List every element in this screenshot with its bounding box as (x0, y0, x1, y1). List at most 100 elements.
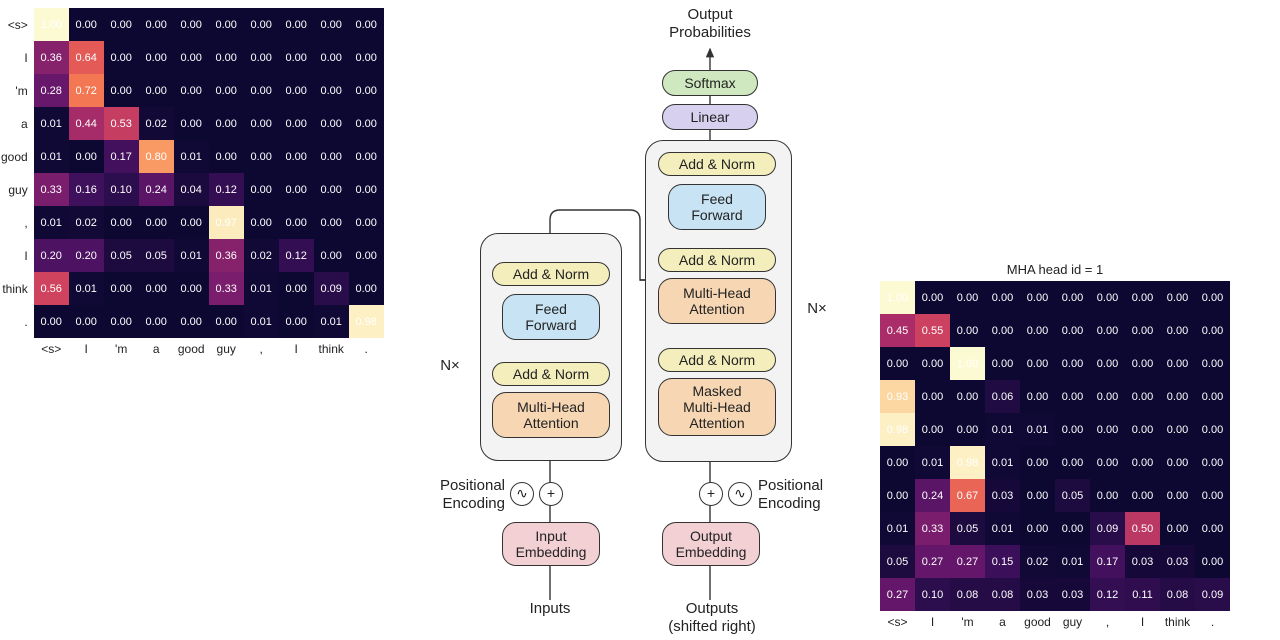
heatmap-col-label: guy (209, 338, 244, 357)
heatmap-cell: 0.00 (349, 74, 384, 107)
heatmap-row-label: <s> (0, 8, 34, 41)
heatmap-cell: 0.00 (1020, 281, 1055, 314)
heatmap-cell: 0.00 (1055, 413, 1090, 446)
heatmap-cell: 0.05 (104, 239, 139, 272)
heatmap-cell: 0.00 (1195, 545, 1230, 578)
heatmap-cell: 0.01 (69, 272, 104, 305)
heatmap-cell: 0.55 (915, 314, 950, 347)
heatmap-cell: 0.20 (34, 239, 69, 272)
heatmap-col-label: I (69, 338, 104, 357)
heatmap-cell: 0.00 (139, 41, 174, 74)
heatmap-row-label: I (0, 41, 34, 74)
heatmap-cell: 0.00 (69, 305, 104, 338)
heatmap-cell: 0.00 (139, 272, 174, 305)
encoder-addnorm-2: Add & Norm (492, 262, 610, 286)
heatmap-cell: 0.98 (880, 413, 915, 446)
heatmap-cell: 0.03 (1125, 545, 1160, 578)
heatmap-cell: 0.00 (1160, 314, 1195, 347)
heatmap-cell: 0.00 (349, 41, 384, 74)
heatmap-cell: 0.72 (69, 74, 104, 107)
heatmap-cell: 0.24 (915, 479, 950, 512)
heatmap-cell: 0.00 (209, 107, 244, 140)
heatmap-row-label: guy (0, 173, 34, 206)
heatmap-cell: 0.00 (174, 41, 209, 74)
heatmap-cell: 0.01 (985, 413, 1020, 446)
heatmap-cell: 0.01 (34, 140, 69, 173)
heatmap-cell: 0.00 (314, 173, 349, 206)
heatmap-cell: 0.03 (1020, 578, 1055, 611)
decoder-addnorm-3: Add & Norm (658, 152, 776, 176)
heatmap-cell: 0.01 (174, 239, 209, 272)
heatmap-cell: 0.00 (1090, 380, 1125, 413)
heatmap-cell: 0.00 (1195, 446, 1230, 479)
heatmap-cell: 0.00 (279, 206, 314, 239)
heatmap-cell: 0.00 (349, 272, 384, 305)
heatmap-cell: 0.44 (69, 107, 104, 140)
heatmap-cell: 0.05 (950, 512, 985, 545)
heatmap-cell: 0.01 (34, 206, 69, 239)
heatmap-cell: 0.00 (349, 8, 384, 41)
heatmap-cell: 0.05 (139, 239, 174, 272)
heatmap-cell: 0.05 (880, 545, 915, 578)
attention-heatmap-left: <s>1.000.000.000.000.000.000.000.000.000… (0, 8, 384, 357)
heatmap-cell: 0.00 (1160, 347, 1195, 380)
heatmap-row-label: a (0, 107, 34, 140)
heatmap-cell: 0.00 (880, 446, 915, 479)
heatmap-cell: 0.12 (1090, 578, 1125, 611)
heatmap-cell: 0.01 (985, 446, 1020, 479)
heatmap-col-label: a (139, 338, 174, 357)
heatmap-cell: 0.00 (1055, 314, 1090, 347)
heatmap-cell: 0.00 (950, 380, 985, 413)
heatmap-cell: 0.12 (209, 173, 244, 206)
attention-heatmap-right: MHA head id = 1 1.000.000.000.000.000.00… (880, 262, 1230, 630)
heatmap-cell: 0.01 (915, 446, 950, 479)
heatmap-cell: 0.00 (1090, 413, 1125, 446)
heatmap-col-label: good (1020, 611, 1055, 630)
heatmap-col-label: good (174, 338, 209, 357)
heatmap-cell: 0.00 (1055, 347, 1090, 380)
heatmap-cell: 0.00 (244, 8, 279, 41)
heatmap-cell: 0.00 (104, 272, 139, 305)
heatmap-cell: 0.00 (349, 206, 384, 239)
heatmap-cell: 0.00 (1125, 479, 1160, 512)
heatmap-cell: 0.00 (209, 8, 244, 41)
heatmap-cell: 0.00 (1160, 512, 1195, 545)
heatmap-col-label: . (1195, 611, 1230, 630)
heatmap-cell: 0.00 (1055, 380, 1090, 413)
heatmap-cell: 0.00 (1160, 281, 1195, 314)
heatmap-cell: 1.00 (880, 281, 915, 314)
heatmap-cell: 0.28 (34, 74, 69, 107)
heatmap-cell: 0.08 (950, 578, 985, 611)
heatmap-col-label: a (985, 611, 1020, 630)
heatmap-cell: 0.09 (1195, 578, 1230, 611)
heatmap-cell: 0.00 (1125, 281, 1160, 314)
heatmap-cell: 0.67 (950, 479, 985, 512)
heatmap-cell: 0.00 (349, 140, 384, 173)
transformer-architecture-diagram: Output Probabilities Softmax Linear Add … (420, 0, 860, 640)
input-embedding-block: Input Embedding (502, 522, 600, 566)
heatmap-col-label: think (1160, 611, 1195, 630)
heatmap-cell: 0.00 (174, 8, 209, 41)
heatmap-cell: 0.00 (244, 173, 279, 206)
heatmap-cell: 0.00 (314, 8, 349, 41)
heatmap-cell: 0.00 (104, 74, 139, 107)
heatmap-cell: 0.50 (1125, 512, 1160, 545)
heatmap-col-label: 'm (950, 611, 985, 630)
heatmap-cell: 0.36 (209, 239, 244, 272)
heatmap-cell: 0.00 (209, 140, 244, 173)
heatmap-cell: 0.01 (880, 512, 915, 545)
heatmap-cell: 0.00 (880, 479, 915, 512)
heatmap-col-label: <s> (34, 338, 69, 357)
heatmap-cell: 0.20 (69, 239, 104, 272)
heatmap-cell: 0.80 (139, 140, 174, 173)
heatmap-cell: 0.00 (915, 413, 950, 446)
heatmap-cell: 0.00 (985, 347, 1020, 380)
heatmap-cell: 0.00 (244, 74, 279, 107)
heatmap-col-label: <s> (880, 611, 915, 630)
heatmap-cell: 0.00 (244, 140, 279, 173)
heatmap-cell: 0.00 (349, 173, 384, 206)
heatmap-cell: 0.00 (209, 305, 244, 338)
encoder-feedforward: Feed Forward (502, 294, 600, 340)
heatmap-cell: 0.00 (1195, 512, 1230, 545)
heatmap-cell: 0.00 (279, 173, 314, 206)
